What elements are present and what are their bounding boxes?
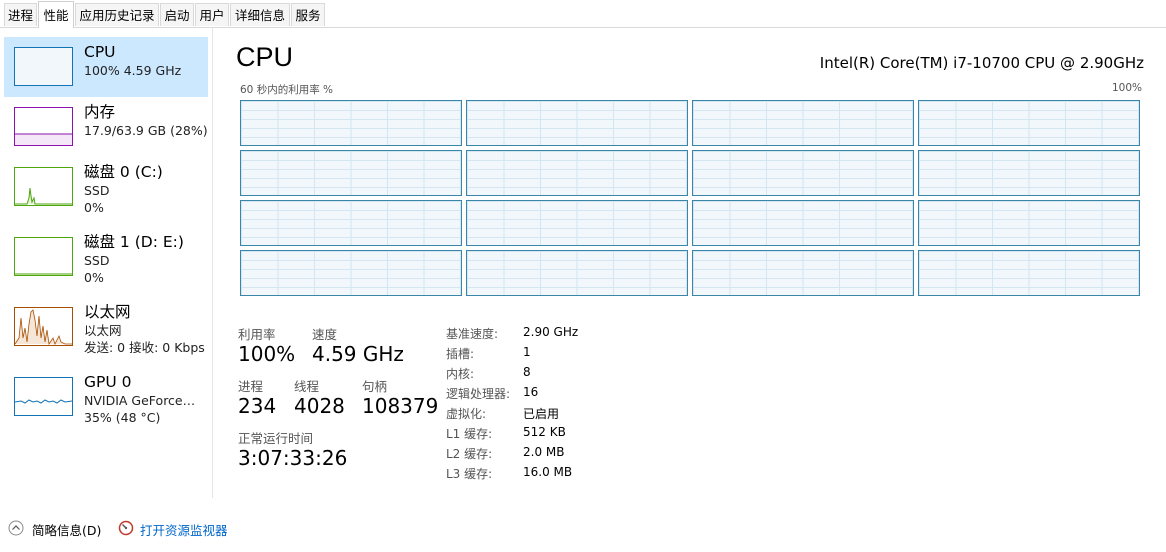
sidebar-item-title: CPU [84,43,116,61]
logical-processor-graph [918,100,1140,146]
logical-processor-graph [692,250,914,296]
sidebar-item-sub: 17.9/63.9 GB (28%) [84,123,208,138]
sidebar-item-sub: 以太网 [84,323,122,338]
detail-label: 内核: [446,367,475,381]
logical-processor-graph [692,100,914,146]
detail-label: 虚拟化: [446,407,487,421]
cpu-model-name: Intel(R) Core(TM) i7-10700 CPU @ 2.90GHz [819,54,1144,72]
sidebar-item-sub: NVIDIA GeForce… [84,393,196,408]
detail-label: 逻辑处理器: [446,387,511,401]
detail-value: 1 [523,345,531,359]
sidebar-item-cpu[interactable]: CPU 100% 4.59 GHz [4,37,208,97]
tab-performance[interactable]: 性能 [38,1,74,28]
speed-value: 4.59 GHz [312,342,404,366]
sidebar-item-title: 以太网 [84,303,131,321]
page-title: CPU [236,42,294,72]
logical-processor-graph [240,150,462,196]
tab-app-history[interactable]: 应用历史记录 [75,3,159,26]
utilization-value: 100% [238,342,296,366]
detail-value: 2.90 GHz [523,325,579,339]
sidebar-item-sub2: 发送: 0 接收: 0 Kbps [84,340,205,355]
tab-services[interactable]: 服务 [291,3,325,26]
logical-processor-graph [918,150,1140,196]
detail-value: 8 [523,365,531,379]
cpu-thumbnail [14,47,73,86]
sidebar-item-sub2: 0% [84,200,104,215]
logical-processor-graph [240,200,462,246]
memory-thumbnail [14,107,73,146]
sidebar-item-memory[interactable]: 内存 17.9/63.9 GB (28%) [4,97,208,157]
sidebar-item-title: 内存 [84,103,116,121]
detail-label: L2 缓存: [446,447,493,461]
tab-bar: 进程 性能 应用历史记录 启动 用户 详细信息 服务 [0,0,1166,28]
processes-label: 进程 [238,379,264,394]
open-resource-monitor-link[interactable]: 打开资源监视器 [140,520,228,539]
sidebar-item-title: 磁盘 1 (D: E:) [84,233,184,251]
logical-processor-graph [692,200,914,246]
detail-value: 2.0 MB [523,445,565,459]
detail-value: 512 KB [523,425,566,439]
logical-processor-graph [918,250,1140,296]
tab-users[interactable]: 用户 [195,3,229,26]
logical-processor-graph [692,150,914,196]
sidebar-item-title: GPU 0 [84,373,132,391]
chevron-up-icon[interactable] [8,520,24,536]
sidebar-item-sub2: 0% [84,270,104,285]
handles-value: 108379 [362,394,439,418]
handles-label: 句柄 [362,379,388,394]
detail-label: L1 缓存: [446,427,493,441]
sidebar-item-title: 磁盘 0 (C:) [84,163,163,181]
detail-label: L3 缓存: [446,467,493,481]
detail-value: 16.0 MB [523,465,573,479]
fewer-details-button[interactable]: 简略信息(D) [32,520,101,539]
utilization-graph-label: 60 秒内的利用率 % [240,84,334,96]
detail-value: 16 [523,385,539,399]
detail-value: 已启用 [523,407,560,421]
processes-value: 234 [238,394,277,418]
ethernet-thumbnail [14,307,73,346]
resource-sidebar: CPU 100% 4.59 GHz 内存 17.9/63.9 GB (28%) … [0,28,213,498]
disk-0-thumbnail [14,167,73,206]
logical-processor-graph [466,250,688,296]
utilization-graph-max: 100% [1111,82,1142,94]
gpu-thumbnail [14,377,73,416]
utilization-label: 利用率 [238,327,276,342]
sidebar-item-disk-0[interactable]: 磁盘 0 (C:) SSD 0% [4,157,208,217]
logical-processor-graph [918,200,1140,246]
sidebar-item-sub: 100% 4.59 GHz [84,63,182,78]
disk-1-thumbnail [14,237,73,276]
tab-details[interactable]: 详细信息 [230,3,290,26]
logical-processor-graph [466,200,688,246]
sidebar-item-ethernet[interactable]: 以太网 以太网 发送: 0 接收: 0 Kbps [4,297,208,357]
threads-value: 4028 [294,394,345,418]
sidebar-item-disk-1[interactable]: 磁盘 1 (D: E:) SSD 0% [4,227,208,287]
logical-processor-graphs[interactable] [240,100,1140,296]
sidebar-item-sub2: 35% (48 °C) [84,410,161,425]
footer-bar: 简略信息(D) 打开资源监视器 [0,512,1166,542]
sidebar-item-gpu[interactable]: GPU 0 NVIDIA GeForce… 35% (48 °C) [4,367,208,427]
speed-label: 速度 [312,327,338,342]
sidebar-item-sub: SSD [84,183,110,198]
uptime-label: 正常运行时间 [238,431,314,446]
tab-startup[interactable]: 启动 [160,3,194,26]
detail-label: 基准速度: [446,327,499,341]
logical-processor-graph [466,100,688,146]
detail-label: 插槽: [446,347,475,361]
logical-processor-graph [240,250,462,296]
logical-processor-graph [466,150,688,196]
logical-processor-graph [240,100,462,146]
threads-label: 线程 [294,379,320,394]
tab-processes[interactable]: 进程 [4,3,37,26]
uptime-value: 3:07:33:26 [238,446,348,470]
resource-monitor-icon[interactable] [118,520,134,536]
sidebar-item-sub: SSD [84,253,110,268]
